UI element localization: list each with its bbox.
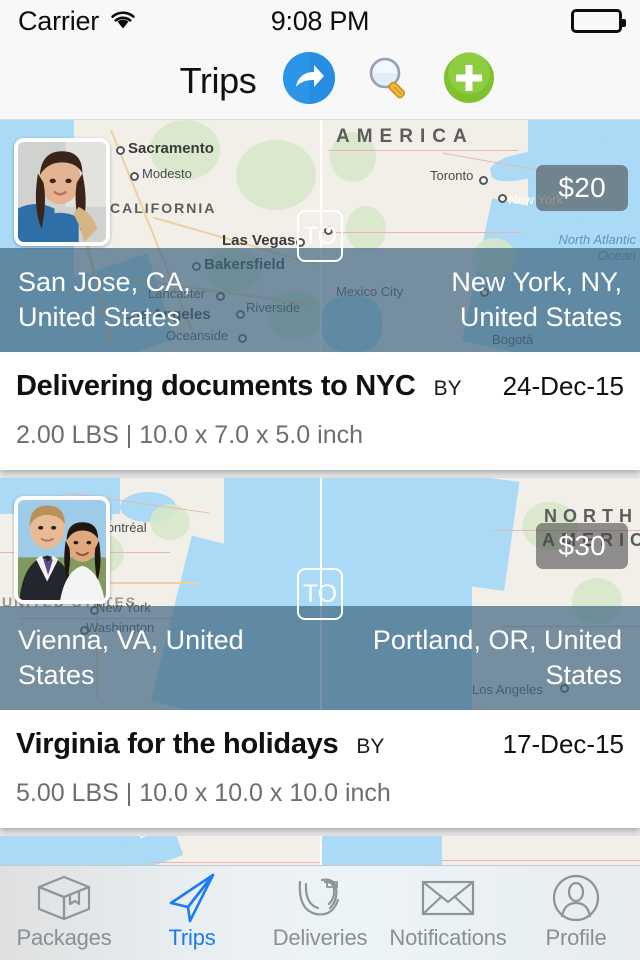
map-city-label: Toronto <box>430 168 474 183</box>
plus-circle-icon <box>442 51 496 110</box>
map-water <box>322 836 442 865</box>
battery-full-icon <box>571 9 627 33</box>
tab-profile[interactable]: Profile <box>512 874 640 951</box>
origin-label: Vienna, VA, United States <box>18 625 244 690</box>
by-label: BY <box>433 377 462 400</box>
tab-deliveries[interactable]: Deliveries <box>256 875 384 951</box>
tab-packages[interactable]: Packages <box>0 875 128 951</box>
map-marker <box>479 176 488 185</box>
map-city-label: Modesto <box>142 166 192 181</box>
trip-card[interactable] <box>0 836 640 865</box>
trip-details: 5.00 LBS | 10.0 x 10.0 x 10.0 inch <box>16 779 391 807</box>
by-label: BY <box>356 735 385 758</box>
tab-label: Packages <box>16 925 112 950</box>
trip-map-row <box>0 836 640 865</box>
delivery-swoosh-icon <box>292 875 348 921</box>
tab-label: Trips <box>168 925 216 950</box>
map-city-label: Las Vegas <box>222 232 296 249</box>
search-button[interactable] <box>362 54 416 108</box>
trip-date: 17-Dec-15 <box>502 729 624 759</box>
avatar-couple <box>18 500 106 600</box>
box-icon <box>35 875 93 921</box>
tab-bar: Packages Trips Deliveries Notifications … <box>0 865 640 960</box>
map-border <box>328 150 518 151</box>
trip-card[interactable]: Montréal Toronto New York Washington UNI… <box>0 478 640 828</box>
origin-map <box>0 836 320 865</box>
status-bar-center: 9:08 PM <box>270 5 370 37</box>
route-overlay: San Jose, CA, United States New York, NY… <box>0 248 640 352</box>
tab-label: Deliveries <box>272 925 368 950</box>
share-button[interactable] <box>282 51 336 110</box>
tab-trips[interactable]: Trips <box>128 873 256 951</box>
trip-date: 24-Dec-15 <box>502 371 624 401</box>
magnifier-icon <box>362 51 416 110</box>
map-region-label: CALIFORNIA <box>110 200 217 216</box>
trip-map-row: Montréal Toronto New York Washington UNI… <box>0 478 640 710</box>
map-border <box>322 232 522 233</box>
tab-label: Profile <box>545 925 607 950</box>
price-badge: $20 <box>536 165 628 211</box>
app-screen: Carrier 9:08 PM Trips Sacramento Modesto… <box>0 0 640 960</box>
trips-list[interactable]: Sacramento Modesto CALIFORNIA Las Vegas … <box>0 120 640 865</box>
avatar[interactable] <box>14 496 110 604</box>
tab-notifications[interactable]: Notifications <box>384 875 512 951</box>
add-button[interactable] <box>442 51 496 110</box>
map-marker <box>130 172 139 181</box>
page-title: Trips <box>179 59 257 101</box>
trip-header-row: Delivering documents to NYC BY 24-Dec-15 <box>0 352 640 403</box>
map-region-label: AMERICA <box>336 126 474 147</box>
clock-label: 9:08 PM <box>270 5 370 36</box>
destination-label: New York, NY, United States <box>451 267 622 332</box>
avatar[interactable] <box>14 138 110 246</box>
origin-label: San Jose, CA, United States <box>18 267 191 332</box>
trip-title: Virginia for the holidays <box>16 728 339 760</box>
status-bar: Carrier 9:08 PM <box>0 0 640 42</box>
navigation-actions <box>282 51 496 110</box>
tab-label: Notifications <box>389 925 507 950</box>
to-badge: TO <box>297 210 343 262</box>
map-city-label: Sacramento <box>128 140 214 157</box>
navigation-bar-content: Trips <box>179 51 497 110</box>
navigation-bar: Trips <box>0 42 640 120</box>
map-border <box>150 862 320 863</box>
map-vegetation <box>236 140 316 210</box>
status-bar-right <box>369 9 627 33</box>
wifi-icon <box>108 8 138 35</box>
map-border <box>442 860 640 861</box>
carrier-label: Carrier <box>18 5 100 36</box>
share-arrow-icon <box>282 51 336 110</box>
envelope-icon <box>420 875 476 921</box>
destination-label: Portland, OR, United States <box>372 625 622 690</box>
map-vegetation <box>346 206 386 252</box>
trip-card[interactable]: Sacramento Modesto CALIFORNIA Las Vegas … <box>0 120 640 470</box>
paper-plane-icon <box>166 873 218 923</box>
status-bar-left: Carrier <box>18 6 271 37</box>
trip-map-row: Sacramento Modesto CALIFORNIA Las Vegas … <box>0 120 640 352</box>
trip-header-row: Virginia for the holidays BY 17-Dec-15 <box>0 710 640 761</box>
price-badge: $30 <box>536 523 628 569</box>
trip-title: Delivering documents to NYC <box>16 370 416 402</box>
trip-details: 2.00 LBS | 10.0 x 7.0 x 5.0 inch <box>16 421 363 449</box>
map-marker <box>116 146 125 155</box>
map-marker <box>498 194 507 203</box>
route-overlay: Vienna, VA, United States Portland, OR, … <box>0 606 640 710</box>
to-badge: TO <box>297 568 343 620</box>
person-circle-icon <box>552 874 600 922</box>
destination-map <box>320 836 640 865</box>
avatar-woman <box>18 142 106 242</box>
